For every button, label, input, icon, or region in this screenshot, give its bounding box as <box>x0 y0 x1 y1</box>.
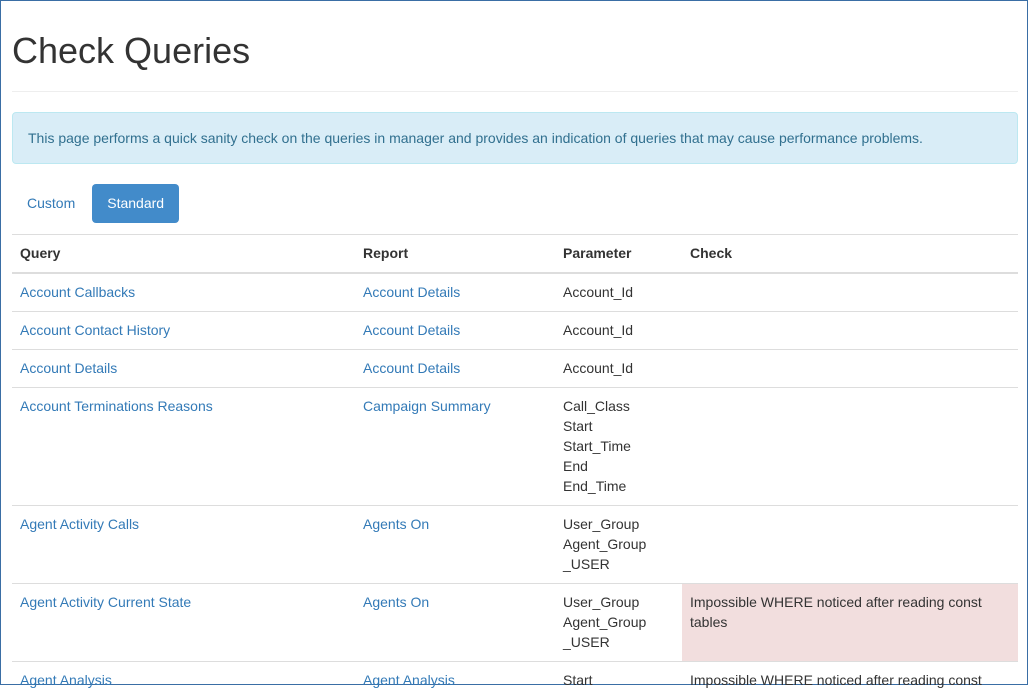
query-link[interactable]: Account Details <box>20 360 117 376</box>
report-link[interactable]: Account Details <box>363 360 460 376</box>
parameter-name: Start_Time <box>563 436 674 456</box>
parameter-name: _USER <box>563 632 674 652</box>
table-row: Agent Activity Calls Agents On User_GroupA… <box>12 506 1018 584</box>
header-report[interactable]: Report <box>355 235 555 274</box>
check-cell: Impossible WHERE noticed after reading c… <box>682 662 1018 699</box>
query-link[interactable]: Agent Analysis <box>20 672 112 688</box>
parameter-name: Account_Id <box>563 320 674 340</box>
parameter-cell: Account_Id <box>555 312 682 350</box>
parameter-name: Account_Id <box>563 358 674 378</box>
parameter-name: Start <box>563 416 674 436</box>
check-cell <box>682 312 1018 350</box>
query-cell: Account Callbacks <box>12 273 355 312</box>
queries-table: Query Report Parameter Check Account Cal… <box>12 234 1018 699</box>
report-cell: Agents On <box>355 584 555 662</box>
parameter-name: _USER <box>563 554 674 574</box>
check-cell <box>682 388 1018 506</box>
report-cell: Account Details <box>355 273 555 312</box>
query-cell: Agent Activity Calls <box>12 506 355 584</box>
table-row: Agent Analysis Agent Analysis Start Impossi… <box>12 662 1018 699</box>
parameter-name: End_Time <box>563 476 674 496</box>
query-link[interactable]: Account Terminations Reasons <box>20 398 213 414</box>
parameter-cell: Account_Id <box>555 273 682 312</box>
check-cell <box>682 506 1018 584</box>
page-title: Check Queries <box>12 31 250 71</box>
parameter-name: Start <box>563 670 674 690</box>
parameter-cell: User_GroupAgent_Group_USER <box>555 506 682 584</box>
header-parameter[interactable]: Parameter <box>555 235 682 274</box>
parameter-cell: User_GroupAgent_Group_USER <box>555 584 682 662</box>
report-cell: Campaign Summary <box>355 388 555 506</box>
check-cell <box>682 273 1018 312</box>
parameter-name: User_Group <box>563 592 674 612</box>
parameter-name: User_Group <box>563 514 674 534</box>
report-cell: Account Details <box>355 312 555 350</box>
header-check[interactable]: Check <box>682 235 1018 274</box>
table-row: Account Terminations Reasons Campaign Sum… <box>12 388 1018 506</box>
query-link[interactable]: Agent Activity Calls <box>20 516 139 532</box>
parameter-name: Call_Class <box>563 396 674 416</box>
table-row: Account Contact History Account Details Ac… <box>12 312 1018 350</box>
table-header-row: Query Report Parameter Check <box>12 235 1018 274</box>
query-cell: Agent Analysis <box>12 662 355 699</box>
query-link[interactable]: Account Callbacks <box>20 284 135 300</box>
report-link[interactable]: Account Details <box>363 322 460 338</box>
query-cell: Account Terminations Reasons <box>12 388 355 506</box>
report-link[interactable]: Agents On <box>363 516 429 532</box>
table-row: Account Callbacks Account Details Account_… <box>12 273 1018 312</box>
tab-standard[interactable]: Standard <box>92 184 179 223</box>
parameter-cell: Account_Id <box>555 350 682 388</box>
info-alert: This page performs a quick sanity check … <box>12 112 1018 164</box>
report-cell: Account Details <box>355 350 555 388</box>
parameter-cell: Start <box>555 662 682 699</box>
parameter-name: Account_Id <box>563 282 674 302</box>
report-link[interactable]: Campaign Summary <box>363 398 491 414</box>
query-cell: Agent Activity Current State <box>12 584 355 662</box>
check-cell <box>682 350 1018 388</box>
report-link[interactable]: Agent Analysis <box>363 672 455 688</box>
tab-custom[interactable]: Custom <box>12 184 90 223</box>
check-cell: Impossible WHERE noticed after reading c… <box>682 584 1018 662</box>
parameter-name: Agent_Group <box>563 534 674 554</box>
parameter-name: End <box>563 456 674 476</box>
table-row: Account Details Account Details Account_Id <box>12 350 1018 388</box>
query-cell: Account Contact History <box>12 312 355 350</box>
table-row: Agent Activity Current State Agents On Use… <box>12 584 1018 662</box>
report-cell: Agents On <box>355 506 555 584</box>
query-link[interactable]: Agent Activity Current State <box>20 594 191 610</box>
parameter-name: Agent_Group <box>563 612 674 632</box>
divider <box>12 91 1018 92</box>
query-cell: Account Details <box>12 350 355 388</box>
parameter-cell: Call_ClassStartStart_TimeEndEnd_Time <box>555 388 682 506</box>
header-query[interactable]: Query <box>12 235 355 274</box>
query-link[interactable]: Account Contact History <box>20 322 170 338</box>
tab-bar: Custom Standard <box>12 184 179 223</box>
report-link[interactable]: Account Details <box>363 284 460 300</box>
report-cell: Agent Analysis <box>355 662 555 699</box>
report-link[interactable]: Agents On <box>363 594 429 610</box>
